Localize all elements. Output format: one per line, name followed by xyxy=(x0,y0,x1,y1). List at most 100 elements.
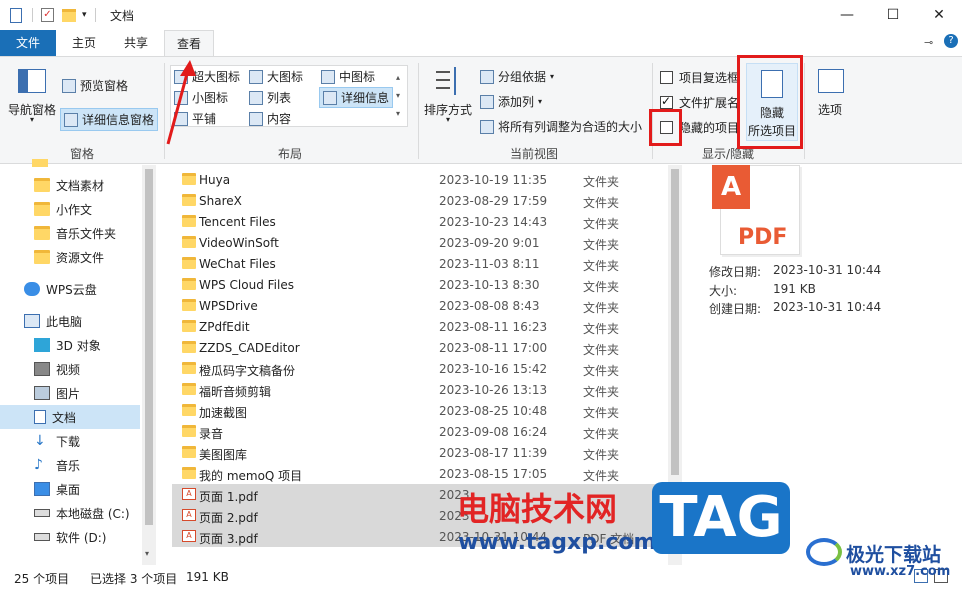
layout-large-icons[interactable]: 大图标 xyxy=(249,68,303,85)
watermark-brand-url: www.xz7.com xyxy=(850,564,951,579)
properties-icon[interactable] xyxy=(10,7,22,23)
table-row[interactable]: VideoWinSoft 2023-09-20 9:01 文件夹 xyxy=(172,232,668,253)
nav-item-downloads[interactable]: ↓ 下载 xyxy=(0,429,140,453)
layout-details[interactable]: 详细信息 xyxy=(319,87,394,108)
table-row[interactable]: 加速截图 2023-08-25 10:48 文件夹 xyxy=(172,400,668,421)
nav-scrollbar-thumb[interactable] xyxy=(145,169,153,525)
file-type: 文件夹 xyxy=(583,448,620,462)
file-type: 文件夹 xyxy=(583,238,620,252)
pane-group-label: 窗格 xyxy=(69,147,94,161)
nav-item-label: 小作文 xyxy=(56,202,93,217)
table-row[interactable]: 我的 memoQ 项目 2023-08-15 17:05 文件夹 xyxy=(172,463,668,484)
table-row[interactable]: Huya 2023-10-19 11:35 文件夹 xyxy=(172,169,668,190)
nav-item-music-folder[interactable]: 音乐文件夹 xyxy=(0,221,140,245)
add-column-button[interactable]: 添加列 ▾ xyxy=(480,93,542,110)
folder-icon xyxy=(182,257,196,269)
maximize-button[interactable]: ☐ xyxy=(870,0,916,30)
document-icon xyxy=(34,410,46,424)
sort-by-icon[interactable] xyxy=(434,67,462,97)
medium-icons-label: 中图标 xyxy=(339,70,376,84)
nav-item-pictures[interactable]: 图片 xyxy=(0,381,140,405)
file-type: 文件夹 xyxy=(583,427,620,441)
folder-icon xyxy=(182,467,196,479)
help-icon[interactable]: ? xyxy=(944,34,958,48)
watermark-brand: 极光下载站 xyxy=(846,544,942,566)
item-checkboxes-checkbox[interactable] xyxy=(660,71,673,84)
nav-item-label: 本地磁盘 (C:) xyxy=(56,506,130,521)
nav-item-label: 下载 xyxy=(56,434,81,449)
nav-item-doc-materials[interactable]: 文档素材 xyxy=(0,173,140,197)
item-checkboxes-toggle[interactable]: 项目复选框 xyxy=(660,69,739,86)
file-type: 文件夹 xyxy=(583,469,620,483)
group-by-button[interactable]: 分组依据 ▾ xyxy=(480,68,554,85)
desktop-icon xyxy=(34,482,50,496)
table-row[interactable]: 录音 2023-09-08 16:24 文件夹 xyxy=(172,421,668,442)
nav-item-videos[interactable]: 视频 xyxy=(0,357,140,381)
table-row[interactable]: WeChat Files 2023-11-03 8:11 文件夹 xyxy=(172,253,668,274)
table-row[interactable]: ZZDS_CADEditor 2023-08-11 17:00 文件夹 xyxy=(172,337,668,358)
nav-item-this-pc[interactable]: 此电脑 xyxy=(0,309,140,333)
table-row[interactable]: 美图图库 2023-08-17 11:39 文件夹 xyxy=(172,442,668,463)
table-row[interactable]: Tencent Files 2023-10-23 14:43 文件夹 xyxy=(172,211,668,232)
layout-medium-icons[interactable]: 中图标 xyxy=(321,68,375,85)
file-extensions-checkbox[interactable] xyxy=(660,94,673,109)
file-name: 页面 2.pdf xyxy=(199,511,258,525)
preview-pane-button[interactable]: 预览窗格 xyxy=(62,77,128,94)
nav-item-wps-cloud[interactable]: WPS云盘 xyxy=(0,277,140,301)
file-name: WPS Cloud Files xyxy=(199,278,294,292)
table-row[interactable]: 福昕音频剪辑 2023-10-26 13:13 文件夹 xyxy=(172,379,668,400)
layout-gallery-scroll[interactable]: ▴ ▾ ▾ xyxy=(396,69,400,123)
nav-item-software-d[interactable]: 软件 (D:) xyxy=(0,525,140,549)
checklist-icon[interactable]: ✓ xyxy=(41,8,54,22)
table-row[interactable]: WPSDrive 2023-08-08 8:43 文件夹 xyxy=(172,295,668,316)
table-row[interactable]: ZPdfEdit 2023-08-11 16:23 文件夹 xyxy=(172,316,668,337)
file-date: 2023-10-19 11:35 xyxy=(439,173,548,187)
table-row[interactable]: WPS Cloud Files 2023-10-13 8:30 文件夹 xyxy=(172,274,668,295)
close-button[interactable]: ✕ xyxy=(916,0,962,30)
nav-item-label: 软件 (D:) xyxy=(56,530,107,545)
file-name: ZZDS_CADEditor xyxy=(199,341,300,355)
file-name: VideoWinSoft xyxy=(199,236,279,250)
title-bar: ✓ ▾ 文档 — ☐ ✕ xyxy=(0,0,962,30)
nav-item-3d-objects[interactable]: 3D 对象 xyxy=(0,333,140,357)
add-column-label: 添加列 xyxy=(498,95,535,109)
file-list-scrollbar-thumb[interactable] xyxy=(671,169,679,475)
layout-content[interactable]: 内容 xyxy=(249,110,291,127)
fit-columns-button[interactable]: 将所有列调整为合适的大小 xyxy=(480,118,642,135)
new-folder-icon[interactable] xyxy=(62,8,76,22)
nav-scrollbar[interactable]: ▾ xyxy=(142,165,156,565)
nav-item-local-disk-c[interactable]: 本地磁盘 (C:) xyxy=(0,501,140,525)
tab-share[interactable]: 共享 xyxy=(116,30,156,56)
navigation-pane-icon[interactable] xyxy=(18,69,46,93)
table-row[interactable]: ShareX 2023-08-29 17:59 文件夹 xyxy=(172,190,668,211)
created-date-label: 创建日期: xyxy=(709,302,762,316)
minimize-button[interactable]: — xyxy=(824,0,870,30)
pdf-icon: A xyxy=(182,530,196,542)
options-icon[interactable] xyxy=(818,69,844,93)
table-row[interactable]: 橙瓜码字文稿备份 2023-10-16 15:42 文件夹 xyxy=(172,358,668,379)
nav-item-documents[interactable]: 文档 xyxy=(0,405,140,429)
nav-item-label: 此电脑 xyxy=(46,314,83,329)
nav-item-essay[interactable]: 小作文 xyxy=(0,197,140,221)
selected-count: 已选择 3 个项目 xyxy=(90,572,178,586)
modified-date-label: 修改日期: xyxy=(709,265,762,279)
sort-by-dropdown-icon[interactable]: ▾ xyxy=(446,115,450,124)
nav-item-resources[interactable]: 资源文件 xyxy=(0,245,140,269)
tab-home[interactable]: 主页 xyxy=(64,30,104,56)
options-button[interactable]: 选项 xyxy=(818,101,842,118)
layout-list[interactable]: 列表 xyxy=(249,89,291,106)
tab-view[interactable]: 查看 xyxy=(164,30,214,56)
nav-item-desktop[interactable]: 桌面 xyxy=(0,477,140,501)
pin-ribbon-icon[interactable]: ⊸ xyxy=(924,36,933,49)
fit-columns-icon xyxy=(480,119,494,134)
list-icon xyxy=(249,90,263,105)
tab-file[interactable]: 文件 xyxy=(0,30,56,56)
file-name: 美图图库 xyxy=(199,448,248,462)
nav-scroll-down-icon[interactable]: ▾ xyxy=(145,549,149,558)
file-date: 2023-10-16 15:42 xyxy=(439,362,548,376)
navigation-pane-dropdown-icon[interactable]: ▾ xyxy=(30,115,34,124)
nav-item-music[interactable]: ♪ 音乐 xyxy=(0,453,140,477)
folder-icon xyxy=(182,341,196,353)
qat-dropdown-icon[interactable]: ▾ xyxy=(82,10,87,20)
details-pane-button[interactable]: 详细信息窗格 xyxy=(60,108,159,131)
